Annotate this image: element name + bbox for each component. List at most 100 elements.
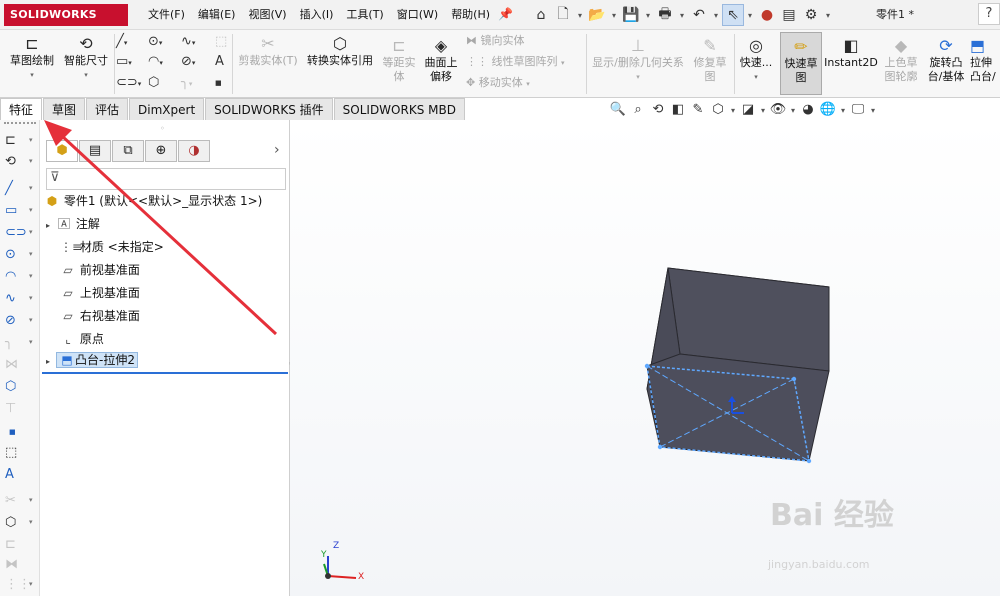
display-manager-tab-icon[interactable]: ◑ — [178, 140, 210, 162]
open-icon[interactable]: 📂 — [586, 4, 608, 26]
expand-arrow-icon[interactable]: ▸ — [46, 357, 50, 366]
plane-tool[interactable]: ⬚ — [0, 444, 40, 464]
configuration-manager-tab-icon[interactable]: ⧉ — [112, 140, 144, 162]
sketch-button[interactable]: ⊏ 草图绘制 ▾ — [6, 34, 58, 82]
offset-entities-button[interactable]: ⊏ 等距实体 — [380, 36, 418, 84]
panel-grip-icon[interactable]: ◦ — [160, 124, 165, 133]
menu-help[interactable]: 帮助(H) — [451, 0, 490, 30]
view-settings-icon[interactable]: 🖵 — [848, 100, 868, 120]
linear-pattern-button[interactable]: ⋮⋮ 线性草图阵列 ▾ — [466, 53, 565, 72]
sketch-tool[interactable]: ⊏ ▾ — [0, 132, 40, 152]
tab-evaluate[interactable]: 评估 — [86, 98, 129, 120]
display-style-icon[interactable]: ◪ — [738, 100, 758, 120]
polygon-tool-icon[interactable]: ⬡ — [148, 74, 159, 92]
feature-tree-tab-icon[interactable]: ⬢ — [46, 140, 78, 162]
text-tool[interactable]: A — [0, 466, 40, 486]
chevron-down-icon[interactable]: ▾ — [676, 4, 688, 26]
arc-tool[interactable]: ◠ ▾ — [0, 268, 40, 288]
text-tool-icon[interactable]: A — [215, 53, 224, 71]
tree-filter-input[interactable]: ⊽ — [46, 168, 286, 190]
solidworks-logo[interactable]: SOLIDWORKS — [4, 4, 128, 26]
sketch-vertex[interactable] — [791, 376, 797, 382]
chevron-down-icon[interactable]: ▾ — [744, 4, 756, 26]
tab-sketch[interactable]: 草图 — [43, 98, 86, 120]
property-manager-tab-icon[interactable]: ▤ — [79, 140, 111, 162]
menu-file[interactable]: 文件(F) — [148, 0, 185, 30]
tab-mbd[interactable]: SOLIDWORKS MBD — [333, 98, 465, 120]
menu-window[interactable]: 窗口(W) — [397, 0, 438, 30]
dimxpert-manager-tab-icon[interactable]: ⊕ — [145, 140, 177, 162]
sketch-vertex[interactable] — [644, 363, 650, 369]
save-icon[interactable]: 💾 — [620, 4, 642, 26]
rectangle-tool[interactable]: ▭ ▾ — [0, 202, 40, 222]
rectangle-tool-icon[interactable]: ▭▾ — [116, 53, 132, 72]
fillet-tool-icon[interactable]: ╮▾ — [181, 74, 192, 93]
slot-tool[interactable]: ⊂⊃ ▾ — [0, 224, 40, 244]
rollback-bar[interactable] — [42, 372, 288, 374]
rapid-sketch-button[interactable]: ✏ 快速草图 — [780, 32, 822, 95]
slot-tool-icon[interactable]: ⊂⊃▾ — [116, 74, 141, 93]
tree-item-right-plane[interactable]: ▱ 右视基准面 — [60, 307, 139, 325]
sketch-vertex[interactable] — [657, 444, 663, 450]
edit-appearance-icon[interactable]: ◕ — [798, 100, 818, 120]
sketch-vertex[interactable] — [806, 458, 812, 464]
chevron-down-icon[interactable]: ▾ — [728, 106, 738, 115]
spline-tool-icon[interactable]: ∿▾ — [181, 33, 195, 52]
centerline-tool[interactable]: ⋈ — [0, 356, 40, 376]
tab-dimxpert[interactable]: DimXpert — [129, 98, 205, 120]
chevron-down-icon[interactable]: ▾ — [822, 4, 834, 26]
mirror-tool[interactable]: ⧓ — [0, 556, 40, 576]
chevron-down-icon[interactable]: ▾ — [574, 4, 586, 26]
polygon-tool[interactable]: ⬡ — [0, 378, 40, 398]
menu-insert[interactable]: 插入(I) — [300, 0, 334, 30]
smart-dimension-tool[interactable]: ⟲ ▾ — [0, 153, 40, 173]
offset-on-surface-button[interactable]: ◈ 曲面上偏移 — [420, 36, 462, 84]
pattern-tool[interactable]: ⋮⋮ ▾ — [0, 576, 40, 596]
expand-arrow-icon[interactable]: ▸ — [46, 221, 50, 230]
apply-scene-icon[interactable]: 🌐 — [818, 100, 838, 120]
tree-item-boss-extrude[interactable]: ▸ ⬒ 凸台-拉伸2 — [46, 351, 138, 371]
tree-item-origin[interactable]: ⌞ 原点 — [60, 330, 104, 348]
tree-item-front-plane[interactable]: ▱ 前视基准面 — [60, 261, 139, 279]
trim-entities-button[interactable]: ✂ 剪裁实体(T) — [236, 34, 300, 68]
offset-tool[interactable]: ⊏ — [0, 536, 40, 556]
arc-tool-icon[interactable]: ◠▾ — [148, 53, 163, 72]
chevron-down-icon[interactable]: ▾ — [838, 106, 848, 115]
tree-item-annotations[interactable]: ▸ 🄰 注解 — [46, 215, 100, 235]
chevron-down-icon[interactable]: ▾ — [710, 4, 722, 26]
tree-root[interactable]: ⬢ 零件1 (默认<<默认>_显示状态 1>) — [44, 192, 263, 210]
toolbar-grip[interactable] — [4, 122, 36, 124]
mirror-entities-button[interactable]: ⧓ 镜向实体 — [466, 32, 525, 50]
menu-view[interactable]: 视图(V) — [248, 0, 286, 30]
extrude-boss-button[interactable]: ⬒ 拉伸凸台/基体 — [970, 36, 1000, 84]
dynamic-annotation-icon[interactable]: ✎ — [688, 100, 708, 120]
ellipse-tool-icon[interactable]: ⊘▾ — [181, 53, 195, 72]
circle-tool-icon[interactable]: ⊙▾ — [148, 33, 162, 52]
undo-icon[interactable]: ↶ — [688, 4, 710, 26]
revolve-boss-button[interactable]: ⟳ 旋转凸台/基体 — [924, 36, 968, 84]
zoom-to-area-icon[interactable]: ⌕ — [628, 100, 648, 120]
file-props-icon[interactable]: ▤ — [778, 4, 800, 26]
instant2d-button[interactable]: ◧ Instant2D — [824, 36, 878, 70]
home-icon[interactable]: ⌂ — [530, 4, 552, 26]
chevron-down-icon[interactable]: ▾ — [608, 4, 620, 26]
line-tool[interactable]: ╱ ▾ — [0, 180, 40, 200]
chevron-right-icon[interactable]: › — [274, 142, 280, 158]
repair-sketch-button[interactable]: ✎ 修复草图 — [690, 36, 730, 84]
section-view-icon[interactable]: ◧ — [668, 100, 688, 120]
pin-icon[interactable]: 📌 — [498, 7, 513, 21]
select-icon[interactable]: ⇖ — [722, 4, 744, 26]
display-relations-button[interactable]: ⊥ 显示/删除几何关系 ▾ — [588, 36, 688, 84]
rebuild-icon[interactable]: ● — [756, 4, 778, 26]
ellipse-tool[interactable]: ⊘ ▾ — [0, 312, 40, 332]
tree-item-top-plane[interactable]: ▱ 上视基准面 — [60, 284, 139, 302]
smart-dimension-button[interactable]: ⟲ 智能尺寸 ▾ — [60, 34, 112, 82]
point-tool[interactable]: ■ — [0, 422, 40, 442]
trim-grid-icon[interactable]: ⬚ — [215, 33, 227, 51]
help-search-icon[interactable]: ? — [978, 3, 1000, 25]
fillet-tool[interactable]: ╮ ▾ — [0, 334, 40, 354]
menu-tools[interactable]: 工具(T) — [346, 0, 383, 30]
convert-tool[interactable]: ⬡ ▾ — [0, 514, 40, 534]
quick-snaps-button[interactable]: ◎ 快速... ▾ — [736, 36, 776, 84]
menu-edit[interactable]: 编辑(E) — [198, 0, 236, 30]
